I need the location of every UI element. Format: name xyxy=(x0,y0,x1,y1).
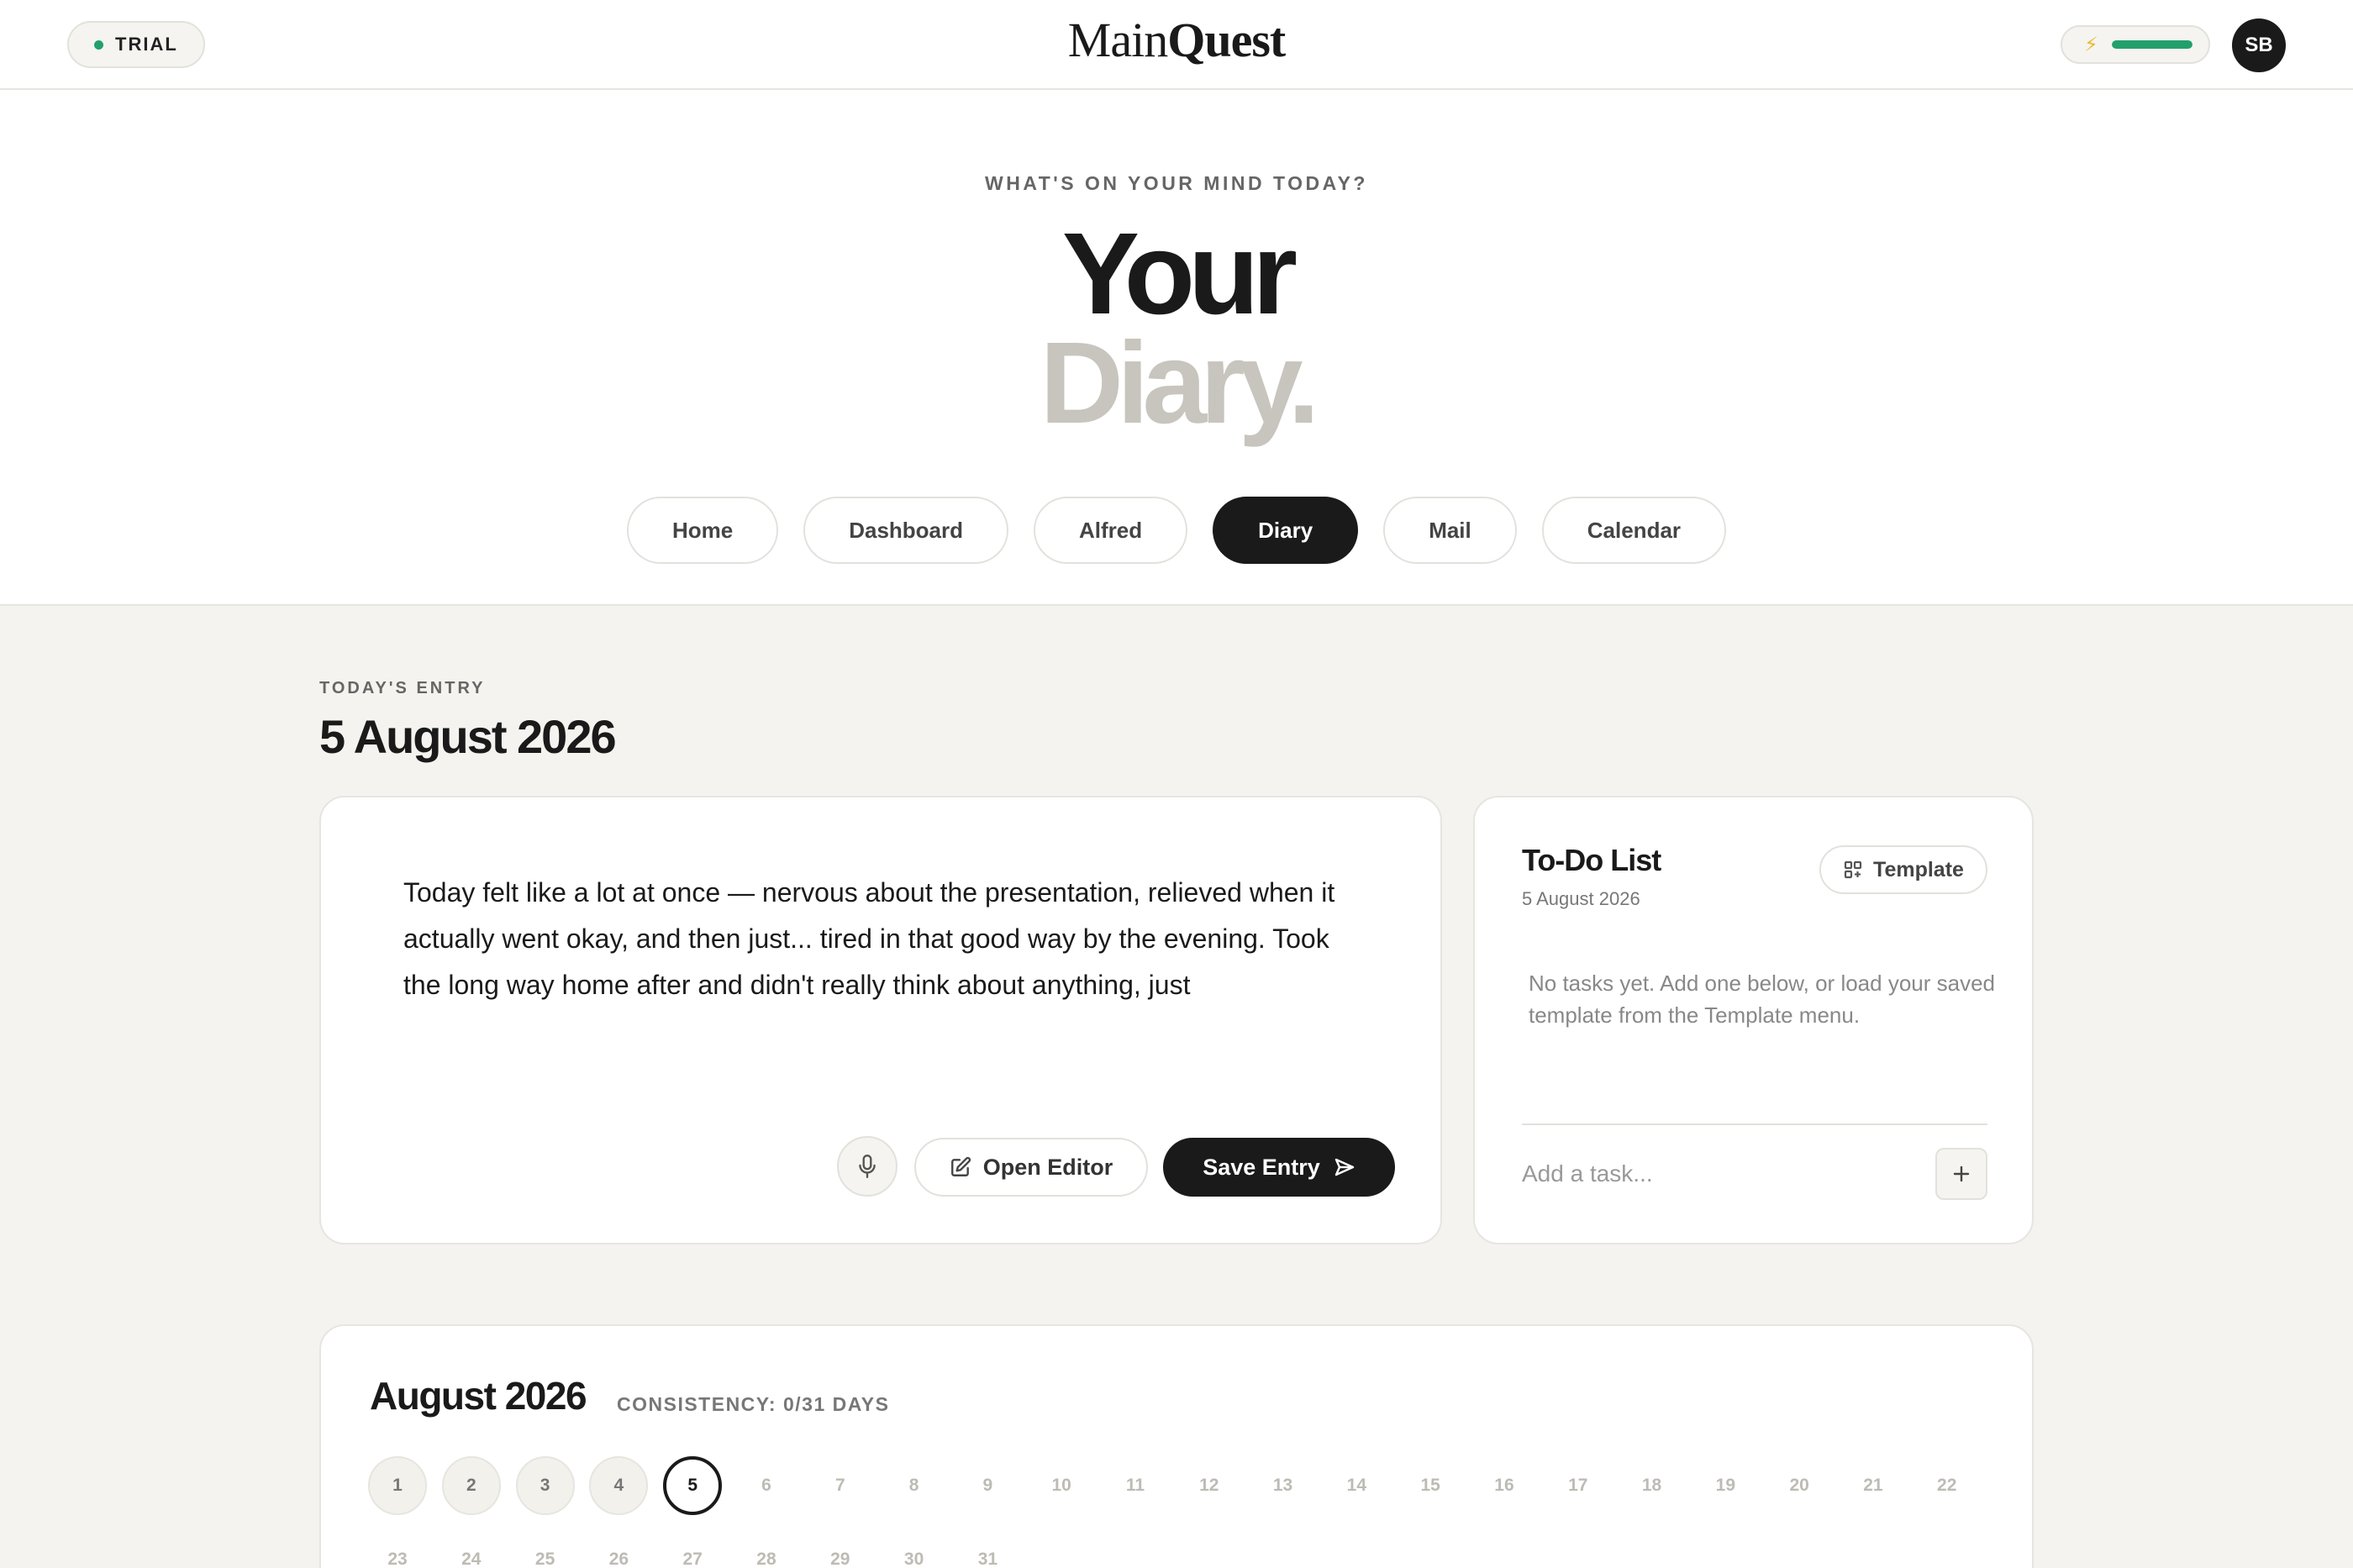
calendar-day[interactable]: 23 xyxy=(368,1530,427,1568)
hero-title-line-1: Your xyxy=(1061,209,1298,339)
todo-title: To-Do List xyxy=(1522,843,1661,877)
calendar-day[interactable]: 28 xyxy=(737,1530,796,1568)
calendar-day[interactable]: 20 xyxy=(1770,1456,1829,1515)
hero-title-line-2: Diary. xyxy=(1040,318,1319,448)
template-button[interactable]: Template xyxy=(1819,845,1987,894)
todo-list-card: To-Do List 5 August 2026 Template No tas… xyxy=(1473,796,2034,1244)
calendar-day[interactable]: 15 xyxy=(1401,1456,1460,1515)
save-entry-button[interactable]: Save Entry xyxy=(1163,1138,1395,1197)
save-entry-label: Save Entry xyxy=(1203,1154,1320,1180)
send-icon xyxy=(1334,1158,1354,1176)
user-avatar[interactable]: SB xyxy=(2232,18,2286,72)
add-task-input[interactable] xyxy=(1522,1149,1908,1199)
energy-meter[interactable]: ⚡ xyxy=(2061,25,2210,64)
nav-calendar[interactable]: Calendar xyxy=(1541,497,1727,564)
calendar-day[interactable]: 7 xyxy=(811,1456,870,1515)
energy-track xyxy=(2111,40,2192,49)
microphone-icon xyxy=(859,1154,876,1179)
month-calendar-card: August 2026 CONSISTENCY: 0/31 DAYS 12345… xyxy=(319,1324,2034,1568)
logo-quest: Quest xyxy=(1167,13,1286,67)
nav-diary[interactable]: Diary xyxy=(1213,497,1359,564)
calendar-day[interactable]: 1 xyxy=(368,1456,427,1515)
calendar-day[interactable]: 5 xyxy=(663,1456,723,1515)
calendar-day[interactable]: 29 xyxy=(811,1530,870,1568)
open-editor-button[interactable]: Open Editor xyxy=(914,1138,1148,1197)
calendar-day[interactable]: 8 xyxy=(885,1456,944,1515)
plus-icon xyxy=(1953,1165,1970,1182)
calendar-day[interactable]: 21 xyxy=(1844,1456,1903,1515)
calendar-day[interactable]: 3 xyxy=(515,1456,575,1515)
calendar-day[interactable]: 26 xyxy=(589,1530,648,1568)
lightning-bolt-icon: ⚡ xyxy=(2084,33,2098,56)
hero-section: WHAT'S ON YOUR MIND TODAY? Your Diary. H… xyxy=(0,90,2353,606)
calendar-day[interactable]: 14 xyxy=(1327,1456,1386,1515)
calendar-day[interactable]: 11 xyxy=(1106,1456,1165,1515)
calendar-day[interactable]: 10 xyxy=(1032,1456,1091,1515)
diary-entry-card: Today felt like a lot at once — nervous … xyxy=(319,796,1442,1244)
calendar-day[interactable]: 2 xyxy=(441,1456,501,1515)
calendar-month-title: August 2026 xyxy=(370,1374,587,1418)
nav-alfred[interactable]: Alfred xyxy=(1034,497,1188,564)
voice-input-button[interactable] xyxy=(837,1136,898,1197)
calendar-day[interactable]: 25 xyxy=(516,1530,575,1568)
energy-fill xyxy=(2111,40,2192,49)
calendar-day[interactable]: 4 xyxy=(589,1456,649,1515)
hero-kicker: WHAT'S ON YOUR MIND TODAY? xyxy=(985,172,1368,194)
app-logo[interactable]: MainQuest xyxy=(0,12,2353,68)
calendar-days: 1 2 3 4 5 6 7 8 9 10 11 12 13 14 15 16 17 18 19 20 21 22 23 24 2… xyxy=(368,1456,2015,1568)
calendar-day[interactable]: 19 xyxy=(1696,1456,1755,1515)
edit-icon xyxy=(950,1156,971,1176)
nav-dashboard[interactable]: Dashboard xyxy=(803,497,1009,564)
nav-mail[interactable]: Mail xyxy=(1383,497,1517,564)
nav-home[interactable]: Home xyxy=(626,497,779,564)
logo-main: Main xyxy=(1067,13,1168,67)
main-nav: Home Dashboard Alfred Diary Mail Calenda… xyxy=(0,497,2353,564)
template-label: Template xyxy=(1873,857,1964,881)
calendar-day[interactable]: 27 xyxy=(663,1530,722,1568)
todo-date: 5 August 2026 xyxy=(1522,888,1640,909)
diary-entry-text[interactable]: Today felt like a lot at once — nervous … xyxy=(403,870,1345,1008)
todo-empty-message: No tasks yet. Add one below, or load you… xyxy=(1529,971,1996,1028)
calendar-day[interactable]: 17 xyxy=(1549,1456,1608,1515)
divider xyxy=(1522,1123,1987,1125)
add-task-button[interactable] xyxy=(1935,1148,1987,1200)
calendar-day[interactable]: 13 xyxy=(1254,1456,1313,1515)
calendar-day[interactable]: 22 xyxy=(1918,1456,1977,1515)
open-editor-label: Open Editor xyxy=(982,1154,1113,1180)
calendar-day[interactable]: 6 xyxy=(737,1456,796,1515)
calendar-day[interactable]: 9 xyxy=(958,1456,1017,1515)
entry-date: 5 August 2026 xyxy=(319,710,617,763)
entry-kicker: TODAY'S ENTRY xyxy=(319,679,486,697)
calendar-day[interactable]: 31 xyxy=(958,1530,1017,1568)
calendar-day[interactable]: 12 xyxy=(1180,1456,1239,1515)
consistency-stat: CONSISTENCY: 0/31 DAYS xyxy=(617,1393,890,1415)
calendar-day[interactable]: 24 xyxy=(442,1530,501,1568)
calendar-day[interactable]: 30 xyxy=(885,1530,944,1568)
calendar-day[interactable]: 18 xyxy=(1623,1456,1682,1515)
top-bar: TRIAL MainQuest ⚡ SB xyxy=(0,0,2353,90)
template-grid-icon xyxy=(1844,860,1862,879)
calendar-day[interactable]: 16 xyxy=(1475,1456,1534,1515)
